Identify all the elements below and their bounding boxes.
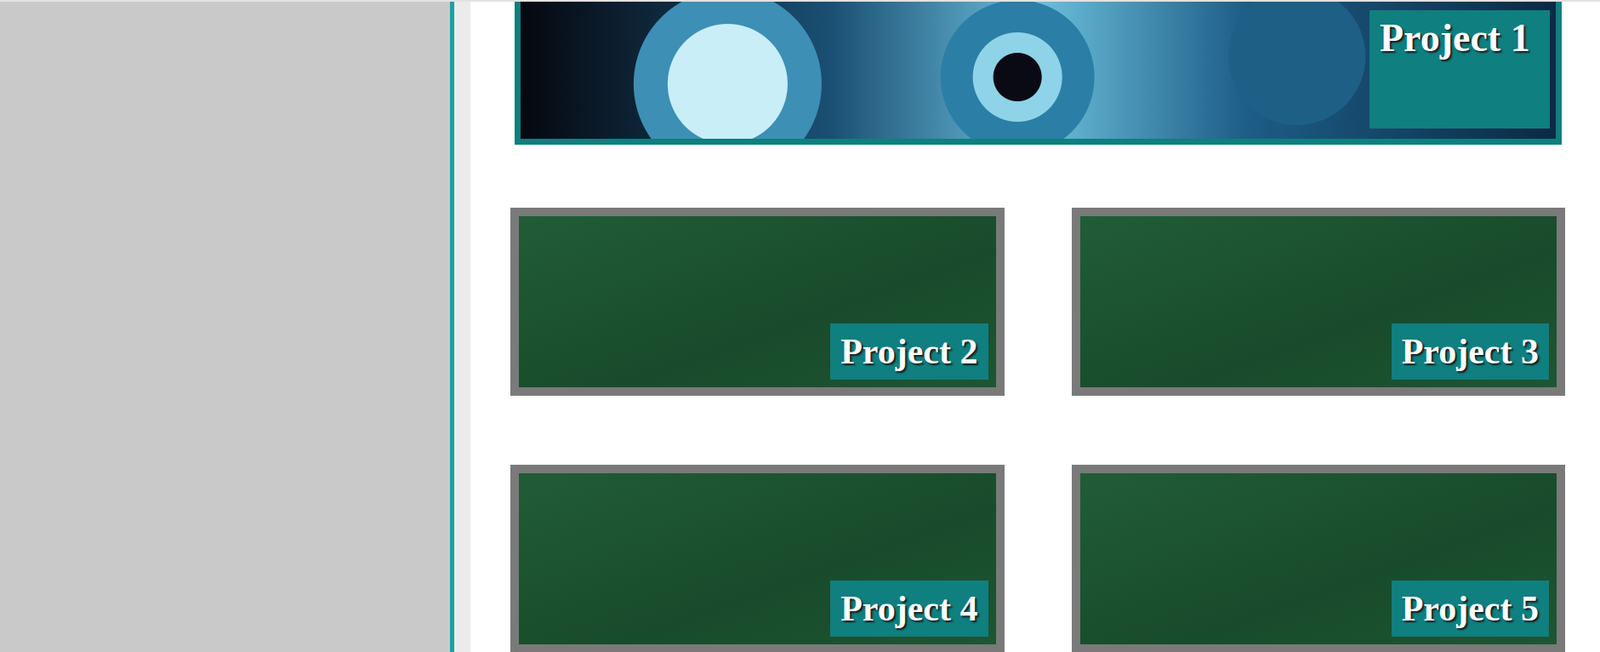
featured-project[interactable]: Project 1 — [514, 1, 1562, 145]
project-area: Project 1Project 2Project 3Project 4Proj… — [470, 1, 1600, 652]
project-card[interactable]: Project 3 — [1071, 207, 1566, 396]
project-label[interactable]: Project 1 — [1369, 10, 1550, 129]
project-label[interactable]: Project 2 — [830, 323, 988, 380]
project-label[interactable]: Project 5 — [1391, 580, 1549, 637]
sidebar — [0, 1, 455, 652]
sidebar-gutter — [454, 1, 471, 652]
project-card[interactable]: Project 4 — [510, 464, 1005, 652]
project-label[interactable]: Project 4 — [830, 580, 988, 637]
project-card[interactable]: Project 5 — [1071, 464, 1566, 652]
project-grid: Project 2 Project 3 Project 4 Project 5 — [510, 207, 1566, 652]
project-card[interactable]: Project 2 — [510, 207, 1005, 396]
project-label[interactable]: Project 3 — [1391, 323, 1549, 380]
